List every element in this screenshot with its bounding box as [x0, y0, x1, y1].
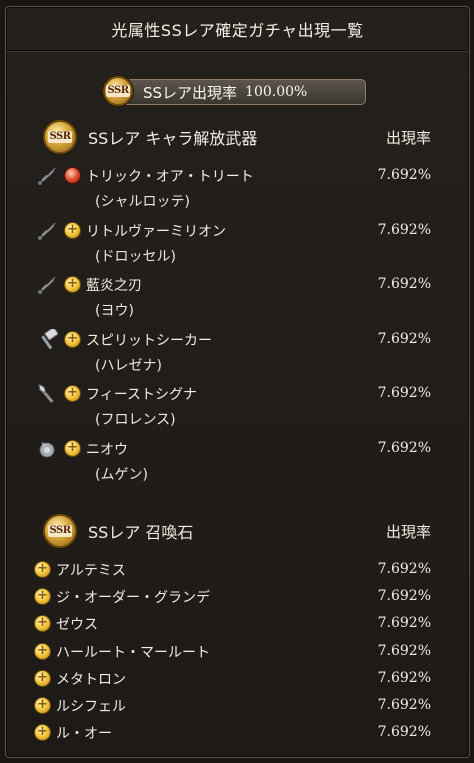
ssr-badge-icon: SSR	[43, 514, 77, 548]
character-name: (シャルロッテ)	[95, 194, 190, 210]
hammer-icon	[35, 328, 59, 352]
weapon-list-item[interactable]: 藍炎之刃 (ヨウ) 7.692%	[6, 271, 469, 321]
rate-value: 7.692%	[377, 385, 431, 401]
character-name: (ハレゼナ)	[95, 358, 162, 374]
rate-column-header: 出現率	[385, 522, 431, 541]
light-element-icon	[34, 561, 51, 578]
banner-value: 100.00%	[245, 84, 308, 100]
rate-value: 7.692%	[377, 167, 431, 183]
light-element-icon	[34, 615, 51, 632]
rate-value: 7.692%	[377, 331, 431, 347]
banner-label: SSレア出現率	[143, 83, 238, 102]
summon-list-item[interactable]: ゼウス 7.692%	[6, 612, 469, 636]
light-element-icon	[34, 724, 51, 741]
gauntlet-icon	[35, 437, 59, 461]
rate-value: 7.692%	[377, 697, 431, 713]
summons-section-header: SSR SSレア 召喚石 出現率	[6, 513, 469, 549]
summon-list-item[interactable]: メタトロン 7.692%	[6, 667, 469, 691]
light-element-icon	[34, 643, 51, 660]
weapons-section-header: SSR SSレア キャラ解放武器 出現率	[6, 119, 469, 155]
summon-name: ハールート・マールート	[56, 645, 210, 661]
summon-name: ゼウス	[56, 617, 98, 633]
summon-list-item[interactable]: ジ・オーダー・グランデ 7.692%	[6, 585, 469, 609]
light-element-icon	[64, 331, 81, 348]
weapon-list-item[interactable]: スピリットシーカー (ハレゼナ) 7.692%	[6, 326, 469, 376]
weapon-list-item[interactable]: ニオウ (ムゲン) 7.692%	[6, 435, 469, 485]
light-element-icon	[34, 588, 51, 605]
window-title: 光属性SSレア確定ガチャ出現一覧	[6, 7, 469, 51]
rate-value: 7.692%	[377, 615, 431, 631]
light-element-icon	[64, 440, 81, 457]
rate-value: 7.692%	[377, 670, 431, 686]
weapon-name: トリック・オア・トリート	[86, 169, 254, 185]
weapon-name: ニオウ	[86, 442, 128, 458]
light-element-icon	[34, 697, 51, 714]
character-name: (フロレンス)	[95, 412, 176, 428]
summon-name: アルテミス	[56, 563, 126, 579]
rate-value: 7.692%	[377, 643, 431, 659]
axe-icon	[35, 382, 59, 406]
summon-name: ル・オー	[56, 726, 112, 742]
summon-list-item[interactable]: アルテミス 7.692%	[6, 558, 469, 582]
weapon-name: 藍炎之刃	[86, 278, 142, 294]
rate-column-header: 出現率	[385, 128, 431, 147]
summon-name: ルシフェル	[56, 699, 126, 715]
character-name: (ムゲン)	[95, 467, 148, 483]
weapon-name: フィーストシグナ	[86, 387, 198, 403]
rate-value: 7.692%	[377, 276, 431, 292]
light-element-icon	[34, 670, 51, 687]
fire-element-icon	[64, 167, 81, 184]
rate-value: 7.692%	[377, 561, 431, 577]
rate-value: 7.692%	[377, 588, 431, 604]
summon-list-item[interactable]: ハールート・マールート 7.692%	[6, 640, 469, 664]
summon-name: メタトロン	[56, 672, 126, 688]
weapon-name: スピリットシーカー	[86, 333, 212, 349]
rate-value: 7.692%	[377, 222, 431, 238]
character-name: (ドロッセル)	[95, 249, 176, 265]
ssr-badge-icon: SSR	[43, 120, 77, 154]
light-element-icon	[64, 276, 81, 293]
character-name: (ヨウ)	[95, 303, 134, 319]
rate-value: 7.692%	[377, 724, 431, 740]
light-element-icon	[64, 222, 81, 239]
section-title: SSレア 召喚石	[88, 523, 194, 542]
gacha-list-window: 光属性SSレア確定ガチャ出現一覧 SSR SSレア出現率 100.00% SSR…	[5, 6, 470, 758]
summon-list-item[interactable]: ル・オー 7.692%	[6, 721, 469, 745]
light-element-icon	[64, 385, 81, 402]
ssr-rate-banner: SSR SSレア出現率 100.00%	[103, 76, 366, 106]
weapon-name: リトルヴァーミリオン	[86, 224, 226, 240]
sword-icon	[35, 273, 59, 297]
rate-value: 7.692%	[377, 440, 431, 456]
summon-list-item[interactable]: ルシフェル 7.692%	[6, 694, 469, 718]
sword-icon	[35, 219, 59, 243]
summon-name: ジ・オーダー・グランデ	[56, 590, 210, 606]
weapon-list-item[interactable]: フィーストシグナ (フロレンス) 7.692%	[6, 380, 469, 430]
ssr-badge-icon: SSR	[103, 76, 133, 106]
section-title: SSレア キャラ解放武器	[88, 129, 258, 148]
weapon-list-item[interactable]: トリック・オア・トリート (シャルロッテ) 7.692%	[6, 162, 469, 212]
sword-icon	[35, 164, 59, 188]
weapon-list-item[interactable]: リトルヴァーミリオン (ドロッセル) 7.692%	[6, 217, 469, 267]
